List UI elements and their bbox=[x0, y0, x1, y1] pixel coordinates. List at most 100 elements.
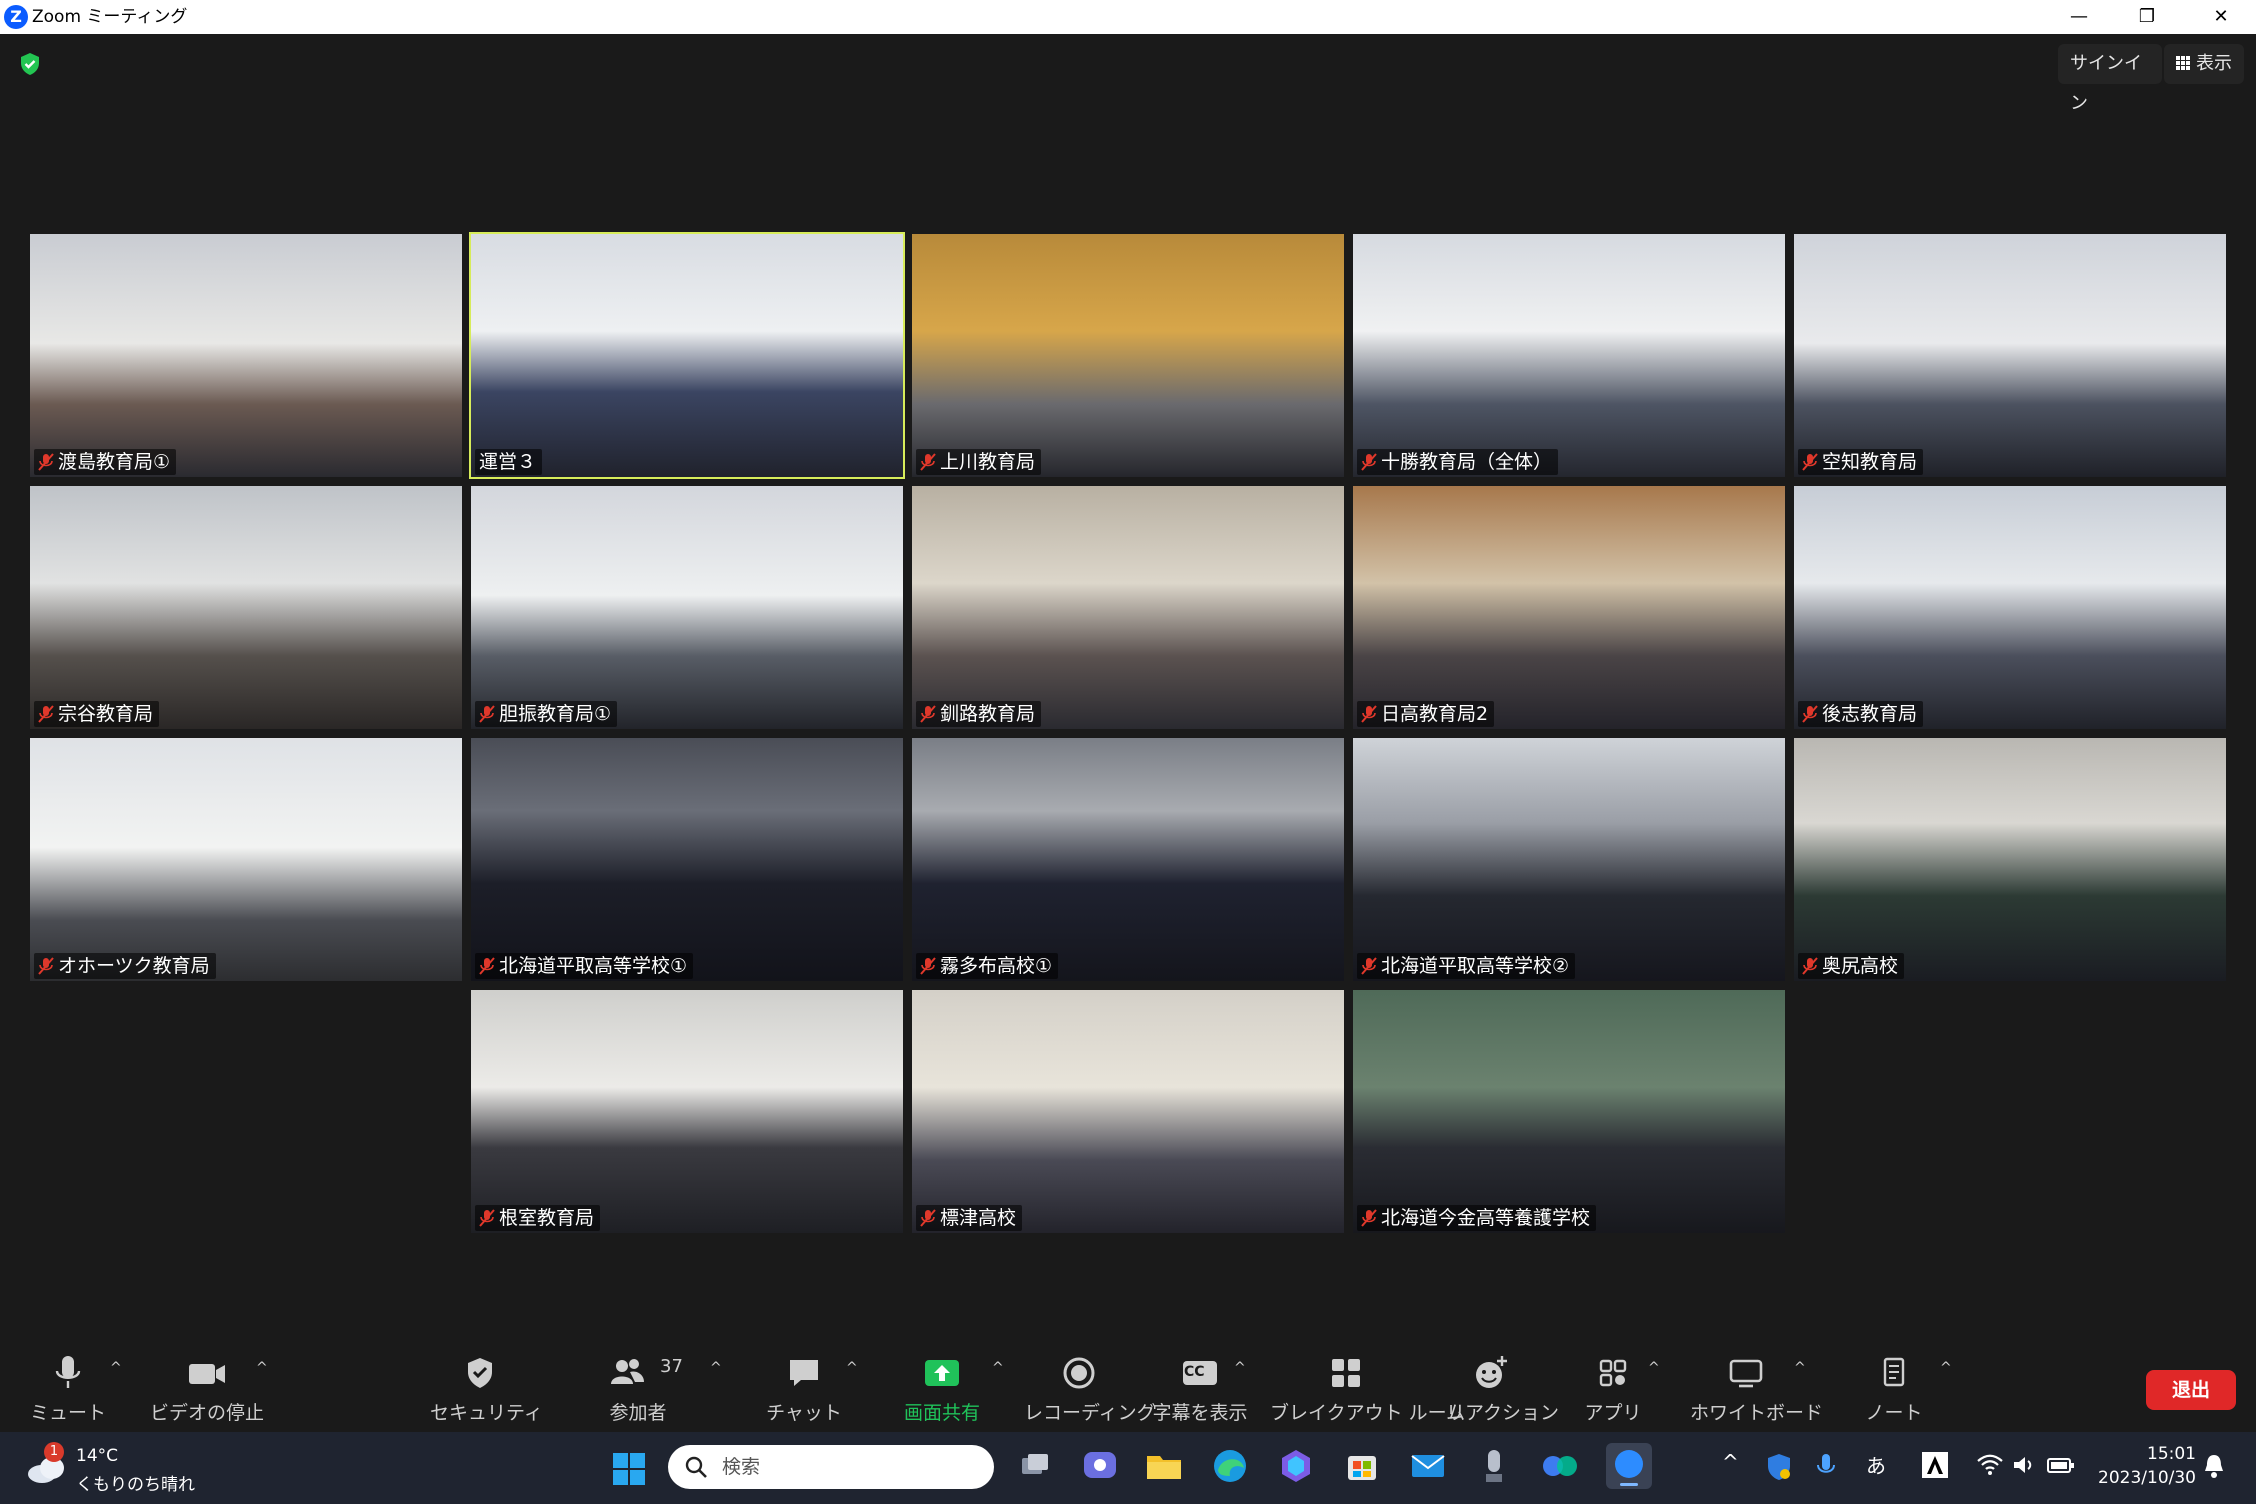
webex-icon[interactable] bbox=[1540, 1446, 1580, 1486]
whiteboard-options-caret[interactable]: ^ bbox=[1794, 1360, 1806, 1376]
view-label: 表示 bbox=[2196, 53, 2232, 74]
record-icon bbox=[1063, 1357, 1095, 1389]
participant-video-tile[interactable]: 渡島教育局① bbox=[30, 234, 462, 477]
chat-bubble-icon bbox=[790, 1360, 818, 1386]
maximize-button[interactable]: ❐ bbox=[2114, 0, 2180, 34]
share-options-caret[interactable]: ^ bbox=[992, 1360, 1004, 1376]
participant-video-tile[interactable]: 宗谷教育局 bbox=[30, 486, 462, 729]
participant-video-tile[interactable]: 十勝教育局（全体） bbox=[1353, 234, 1785, 477]
video-feed bbox=[30, 234, 462, 477]
tray-microphone-icon[interactable] bbox=[1816, 1452, 1836, 1482]
tray-overflow-chevron[interactable]: ^ bbox=[1722, 1450, 1739, 1474]
participant-video-tile[interactable]: 日高教育局2 bbox=[1353, 486, 1785, 729]
edge-browser-icon[interactable] bbox=[1210, 1446, 1250, 1486]
notification-bell-icon[interactable] bbox=[2202, 1452, 2226, 1480]
video-feed bbox=[1794, 234, 2226, 477]
share-screen-icon bbox=[925, 1360, 959, 1386]
participant-video-tile[interactable]: 北海道平取高等学校② bbox=[1353, 738, 1785, 981]
participants-icon bbox=[611, 1359, 644, 1384]
voice-recorder-icon[interactable] bbox=[1474, 1446, 1514, 1486]
participant-name-label: 奥尻高校 bbox=[1798, 953, 1905, 979]
video-feed bbox=[912, 738, 1344, 981]
participant-video-tile[interactable]: 北海道平取高等学校① bbox=[471, 738, 903, 981]
video-feed bbox=[912, 486, 1344, 729]
captions-badge: CC bbox=[1184, 1364, 1205, 1380]
mute-options-caret[interactable]: ^ bbox=[110, 1360, 122, 1376]
teams-chat-icon[interactable] bbox=[1080, 1446, 1120, 1486]
taskbar-clock[interactable]: 15:01 2023/10/30 bbox=[2090, 1442, 2196, 1490]
participant-name-label: 運営３ bbox=[475, 449, 543, 475]
close-button[interactable]: ✕ bbox=[2188, 0, 2254, 34]
mute-button[interactable]: ミュート bbox=[30, 1354, 106, 1428]
task-view-icon[interactable] bbox=[1014, 1446, 1054, 1486]
participant-name-suffix: ① bbox=[670, 955, 688, 977]
chat-options-caret[interactable]: ^ bbox=[846, 1360, 858, 1376]
stop-video-button[interactable]: ビデオの停止 bbox=[148, 1354, 266, 1428]
whiteboard-button[interactable]: ホワイトボード bbox=[1690, 1354, 1824, 1428]
video-camera-icon bbox=[189, 1364, 225, 1384]
muted-microphone-icon bbox=[920, 453, 936, 471]
share-screen-button[interactable]: 画面共有 bbox=[894, 1354, 990, 1428]
clock-time: 15:01 bbox=[2147, 1444, 2196, 1464]
minimize-button[interactable]: — bbox=[2046, 0, 2112, 34]
volume-icon[interactable] bbox=[2012, 1454, 2038, 1476]
participant-video-tile[interactable]: 釧路教育局 bbox=[912, 486, 1344, 729]
chat-button[interactable]: チャット bbox=[764, 1354, 844, 1428]
video-feed bbox=[30, 738, 462, 981]
participant-name: 空知教育局 bbox=[1822, 451, 1918, 473]
participant-video-tile[interactable]: 霧多布高校① bbox=[912, 738, 1344, 981]
video-feed bbox=[912, 234, 1344, 477]
whiteboard-label: ホワイトボード bbox=[1690, 1402, 1824, 1424]
record-button[interactable]: レコーディング bbox=[1024, 1354, 1156, 1428]
defender-shield-icon[interactable] bbox=[1766, 1452, 1792, 1482]
video-options-caret[interactable]: ^ bbox=[256, 1360, 268, 1376]
signin-button[interactable]: サインイン bbox=[2058, 44, 2162, 114]
weather-widget[interactable]: 1 14°C くもりのち晴れ bbox=[24, 1442, 204, 1495]
apps-options-caret[interactable]: ^ bbox=[1648, 1360, 1660, 1376]
security-button[interactable]: セキュリティ bbox=[430, 1354, 543, 1428]
file-explorer-icon[interactable] bbox=[1144, 1446, 1184, 1486]
ime-mode-indicator[interactable]: あ bbox=[1866, 1450, 1886, 1479]
weather-condition: くもりのち晴れ bbox=[76, 1475, 195, 1495]
participant-video-tile[interactable]: 標津高校 bbox=[912, 990, 1344, 1233]
participant-video-tile[interactable]: 根室教育局 bbox=[471, 990, 903, 1233]
mail-icon[interactable] bbox=[1408, 1446, 1448, 1486]
participant-name: オホーツク教育局 bbox=[58, 955, 210, 977]
apps-button[interactable]: アプリ bbox=[1580, 1354, 1646, 1428]
participant-video-tile[interactable]: オホーツク教育局 bbox=[30, 738, 462, 981]
participant-video-tile[interactable]: 運営３ bbox=[469, 232, 905, 479]
participant-video-tile[interactable]: 上川教育局 bbox=[912, 234, 1344, 477]
taskbar-search-box[interactable]: 検索 bbox=[668, 1445, 994, 1489]
encryption-shield-icon[interactable] bbox=[18, 52, 42, 76]
meeting-toolbar: ミュート ^ ビデオの停止 ^ セキュリティ 参加者 37 ^ チャット ^ 画… bbox=[0, 1346, 2256, 1432]
muted-microphone-icon bbox=[38, 957, 54, 975]
participant-video-tile[interactable]: 後志教育局 bbox=[1794, 486, 2226, 729]
breakout-rooms-button[interactable]: ブレイクアウト ルーム bbox=[1270, 1354, 1465, 1428]
participant-video-tile[interactable]: 北海道今金高等養護学校 bbox=[1353, 990, 1785, 1233]
record-label: レコーディング bbox=[1024, 1402, 1156, 1424]
notes-button[interactable]: ノート bbox=[1864, 1354, 1924, 1428]
muted-microphone-icon bbox=[920, 1209, 936, 1227]
view-button[interactable]: 表示 bbox=[2164, 44, 2244, 84]
share-screen-label: 画面共有 bbox=[903, 1402, 980, 1424]
participant-video-tile[interactable]: 胆振教育局① bbox=[471, 486, 903, 729]
leave-meeting-button[interactable]: 退出 bbox=[2146, 1370, 2236, 1410]
breakout-rooms-icon bbox=[1332, 1359, 1360, 1387]
windows-start-icon[interactable] bbox=[612, 1452, 646, 1486]
wifi-icon[interactable] bbox=[1976, 1452, 2004, 1478]
participant-name: 釧路教育局 bbox=[940, 703, 1036, 725]
participant-name: 根室教育局 bbox=[499, 1207, 595, 1229]
adobe-tray-icon[interactable] bbox=[1922, 1452, 1948, 1478]
weather-temperature: 14°C bbox=[76, 1446, 119, 1466]
reactions-button[interactable]: リアクション bbox=[1446, 1354, 1559, 1428]
participants-options-caret[interactable]: ^ bbox=[710, 1360, 722, 1376]
participant-video-tile[interactable]: 奥尻高校 bbox=[1794, 738, 2226, 981]
notes-options-caret[interactable]: ^ bbox=[1940, 1360, 1952, 1376]
copilot-icon[interactable] bbox=[1276, 1446, 1316, 1486]
participant-video-tile[interactable]: 空知教育局 bbox=[1794, 234, 2226, 477]
participant-name-label: 釧路教育局 bbox=[916, 701, 1042, 727]
battery-icon[interactable] bbox=[2046, 1454, 2076, 1476]
zoom-taskbar-icon[interactable] bbox=[1606, 1443, 1652, 1489]
store-icon[interactable] bbox=[1342, 1446, 1382, 1486]
captions-options-caret[interactable]: ^ bbox=[1234, 1360, 1246, 1376]
